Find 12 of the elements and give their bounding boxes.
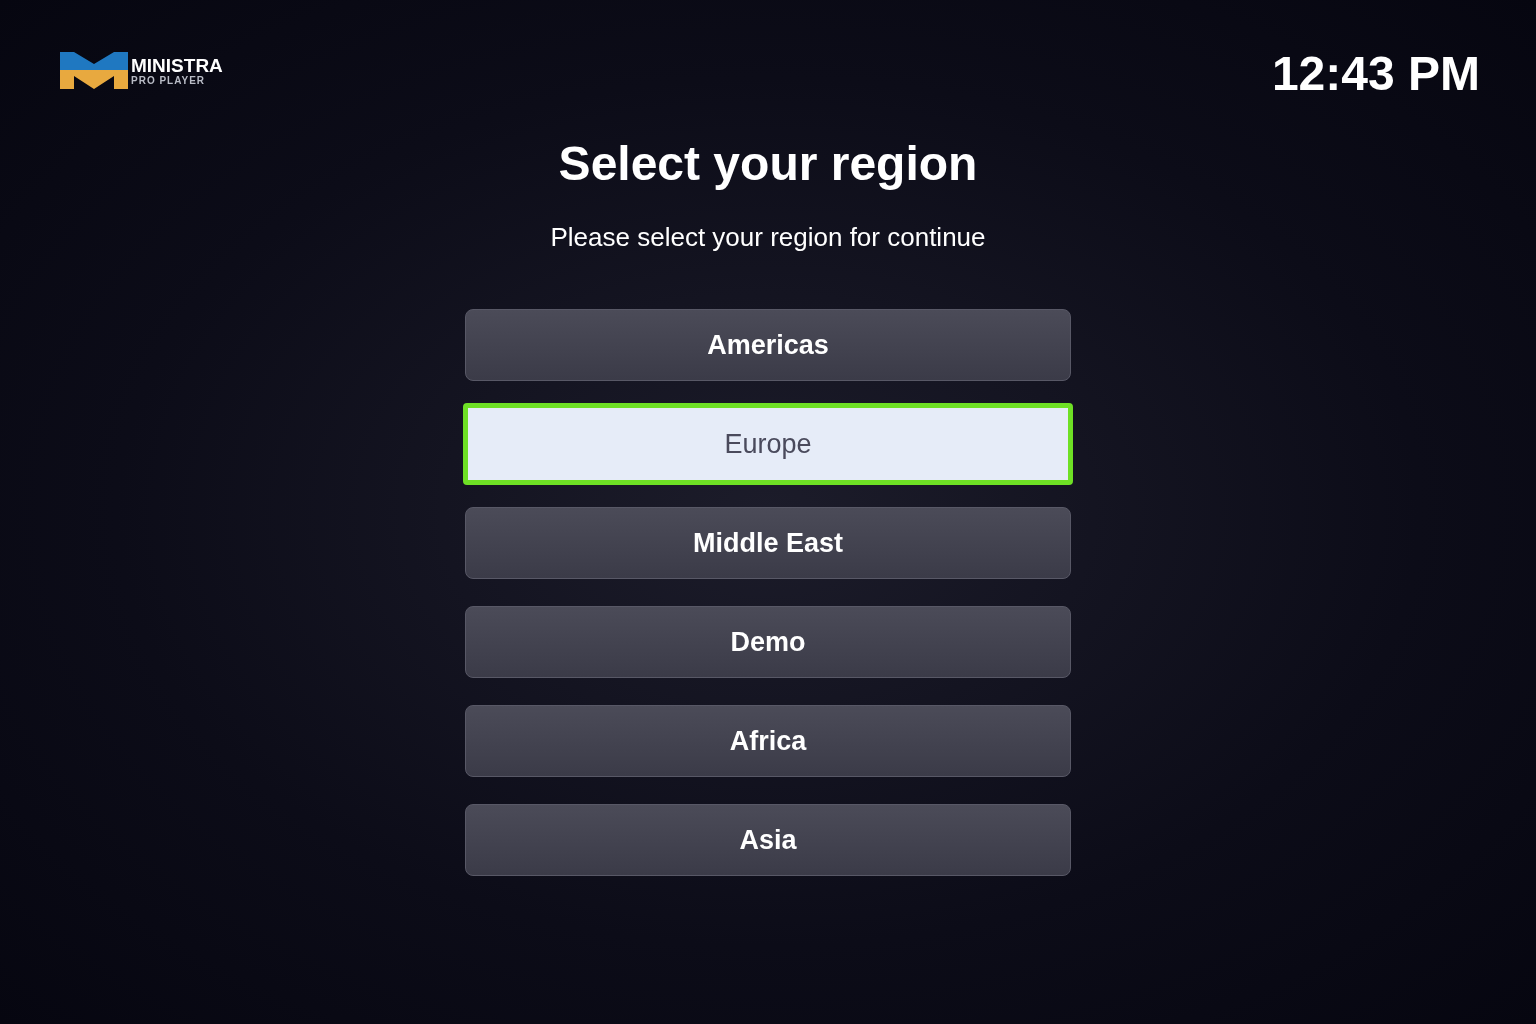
page-title: Select your region	[558, 136, 978, 192]
logo-icon	[60, 52, 128, 89]
region-button[interactable]: Americas	[465, 309, 1071, 381]
region-button[interactable]: Europe	[463, 403, 1073, 485]
region-button[interactable]: Africa	[465, 705, 1071, 777]
region-button[interactable]: Middle East	[465, 507, 1071, 579]
region-button[interactable]: Asia	[465, 804, 1071, 876]
region-button[interactable]: Demo	[465, 606, 1071, 678]
subtitle: Please select your region for continue	[550, 221, 986, 254]
logo-name: MINISTRA	[131, 55, 223, 75]
logo-tagline: PRO PLAYER	[131, 75, 207, 86]
clock: 12:43 PM	[1271, 46, 1480, 102]
